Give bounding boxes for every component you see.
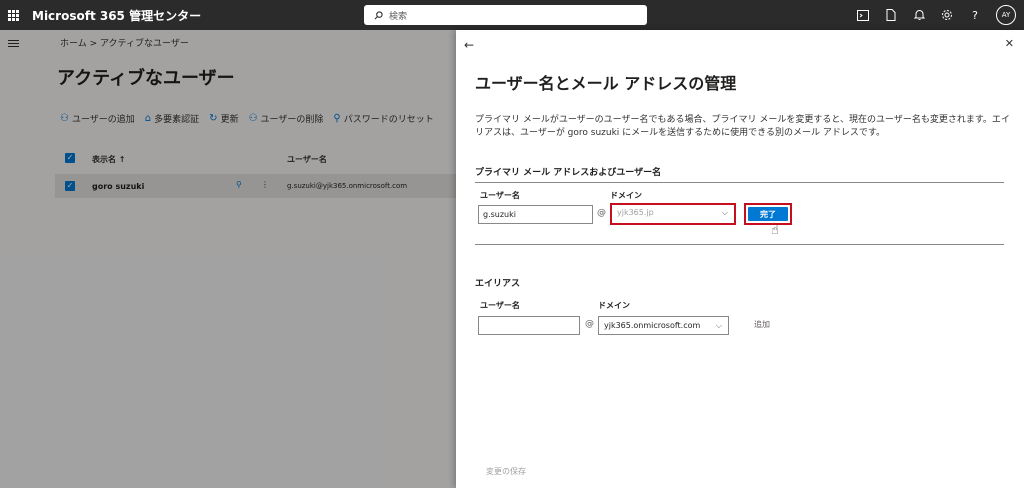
hand-cursor-icon: ☝: [771, 223, 779, 238]
alias-username-label: ユーザー名: [480, 301, 520, 310]
app-title[interactable]: Microsoft 365 管理センター: [32, 7, 201, 24]
at-sign: @: [597, 208, 606, 218]
help-icon[interactable]: ?: [968, 8, 982, 22]
panel-title: ユーザー名とメール アドレスの管理: [475, 74, 737, 93]
top-bar: Microsoft 365 管理センター 検索 ? AY: [0, 0, 1024, 30]
at-sign: @: [585, 319, 594, 329]
chevron-down-icon: ⌵: [721, 208, 728, 217]
search-placeholder: 検索: [389, 11, 408, 22]
add-alias-button[interactable]: 追加: [754, 319, 770, 330]
save-changes-button[interactable]: 変更の保存: [486, 466, 526, 477]
panel-description: プライマリ メールがユーザーのユーザー名でもある場合、プライマリ メールを変更す…: [475, 115, 1010, 138]
done-button-highlight: 完了: [744, 203, 792, 225]
primary-username-input[interactable]: g.suzuki: [478, 205, 593, 224]
avatar[interactable]: AY: [996, 5, 1016, 25]
primary-username-label: ユーザー名: [480, 191, 520, 200]
alias-domain-label: ドメイン: [598, 301, 630, 310]
waffle-icon: [7, 9, 19, 21]
terminal-icon[interactable]: [856, 8, 870, 22]
top-icons: ? AY: [856, 0, 1016, 30]
primary-section-title: プライマリ メール アドレスおよびユーザー名: [475, 168, 662, 178]
done-button[interactable]: 完了: [748, 207, 788, 221]
alias-domain-select[interactable]: yjk365.onmicrosoft.com ⌵: [598, 316, 729, 335]
chevron-down-icon: ⌵: [715, 321, 722, 330]
alias-domain-value: yjk365.onmicrosoft.com: [604, 321, 701, 330]
divider: [475, 244, 1004, 245]
search-icon: [374, 10, 383, 19]
primary-domain-label: ドメイン: [610, 191, 642, 200]
app-launcher-button[interactable]: [0, 0, 26, 30]
manage-email-panel: ← ✕ ユーザー名とメール アドレスの管理 プライマリ メールがユーザーのユーザ…: [456, 30, 1024, 488]
close-icon[interactable]: ✕: [1005, 37, 1014, 50]
document-icon[interactable]: [884, 8, 898, 22]
primary-domain-value: yjk365.jp: [617, 208, 654, 217]
alias-username-input[interactable]: [478, 316, 580, 335]
search-box[interactable]: 検索: [364, 5, 647, 25]
back-arrow-icon[interactable]: ←: [464, 38, 474, 52]
primary-domain-select[interactable]: yjk365.jp ⌵: [610, 203, 736, 225]
gear-icon[interactable]: [940, 8, 954, 22]
alias-section-title: エイリアス: [475, 279, 521, 289]
bell-icon[interactable]: [912, 8, 926, 22]
divider: [475, 182, 1004, 183]
